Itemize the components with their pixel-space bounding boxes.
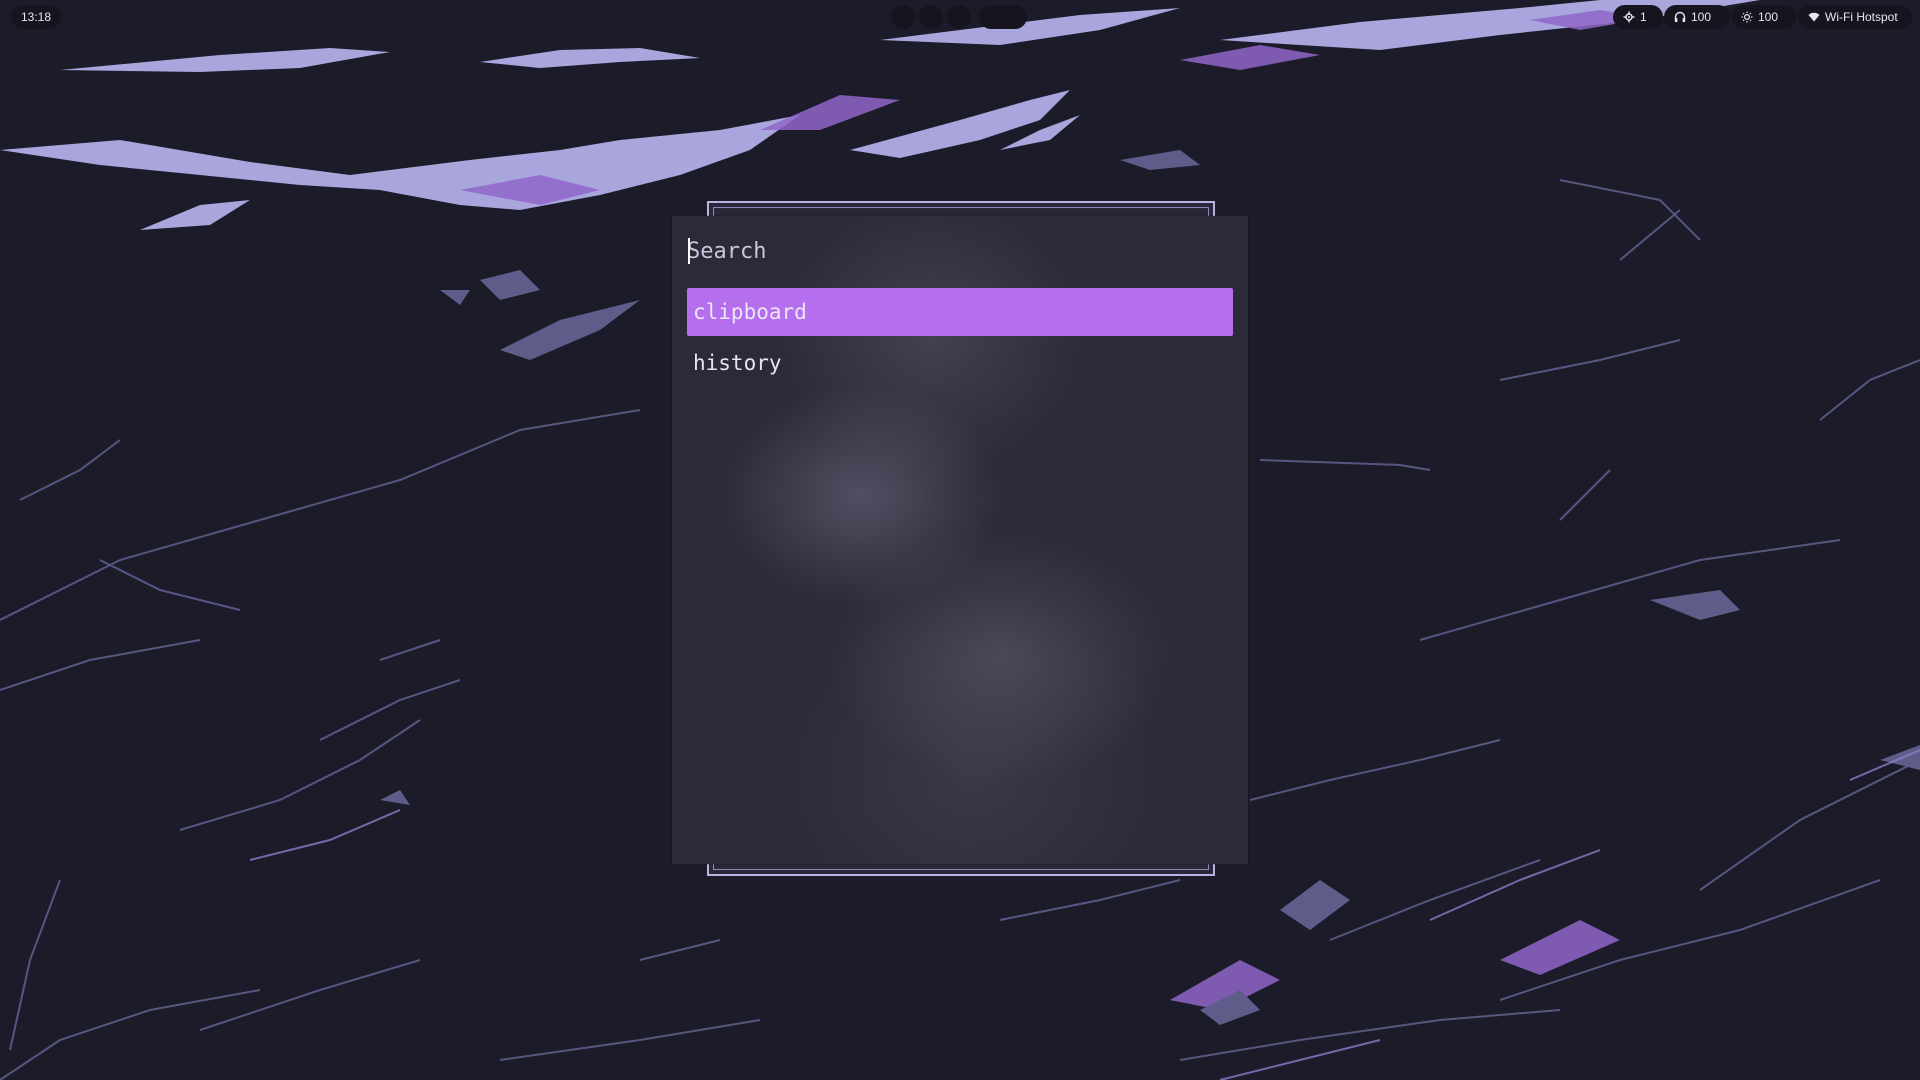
clock-text: 13:18 xyxy=(21,10,52,24)
updates-indicator[interactable]: 1 xyxy=(1613,5,1663,29)
search-input[interactable] xyxy=(687,234,1233,268)
gear-icon xyxy=(1623,11,1635,23)
launcher-window: clipboard history xyxy=(672,216,1248,864)
network-label: Wi-Fi Hotspot xyxy=(1825,10,1898,24)
result-item-label: history xyxy=(693,351,782,375)
text-caret xyxy=(688,238,690,264)
network-indicator[interactable]: Wi-Fi Hotspot xyxy=(1798,5,1912,29)
volume-indicator[interactable]: 100 xyxy=(1664,5,1730,29)
workspace-indicator-2[interactable] xyxy=(919,5,943,29)
wifi-icon xyxy=(1808,11,1820,23)
brightness-indicator[interactable]: 100 xyxy=(1731,5,1797,29)
desktop: 13:18 1 100 100 Wi-Fi Hotspot clipboard h… xyxy=(0,0,1920,1080)
brightness-value: 100 xyxy=(1758,10,1779,24)
workspace-indicator-active[interactable] xyxy=(979,5,1027,29)
result-item-label: clipboard xyxy=(693,300,807,324)
updates-count: 1 xyxy=(1640,10,1647,24)
workspace-indicator-3[interactable] xyxy=(947,5,971,29)
result-item-history[interactable]: history xyxy=(687,339,1233,387)
headphones-icon xyxy=(1674,11,1686,23)
result-item-clipboard[interactable]: clipboard xyxy=(687,288,1233,336)
volume-value: 100 xyxy=(1691,10,1712,24)
sun-icon xyxy=(1741,11,1753,23)
clock: 13:18 xyxy=(11,5,62,29)
workspace-indicator-1[interactable] xyxy=(891,5,915,29)
